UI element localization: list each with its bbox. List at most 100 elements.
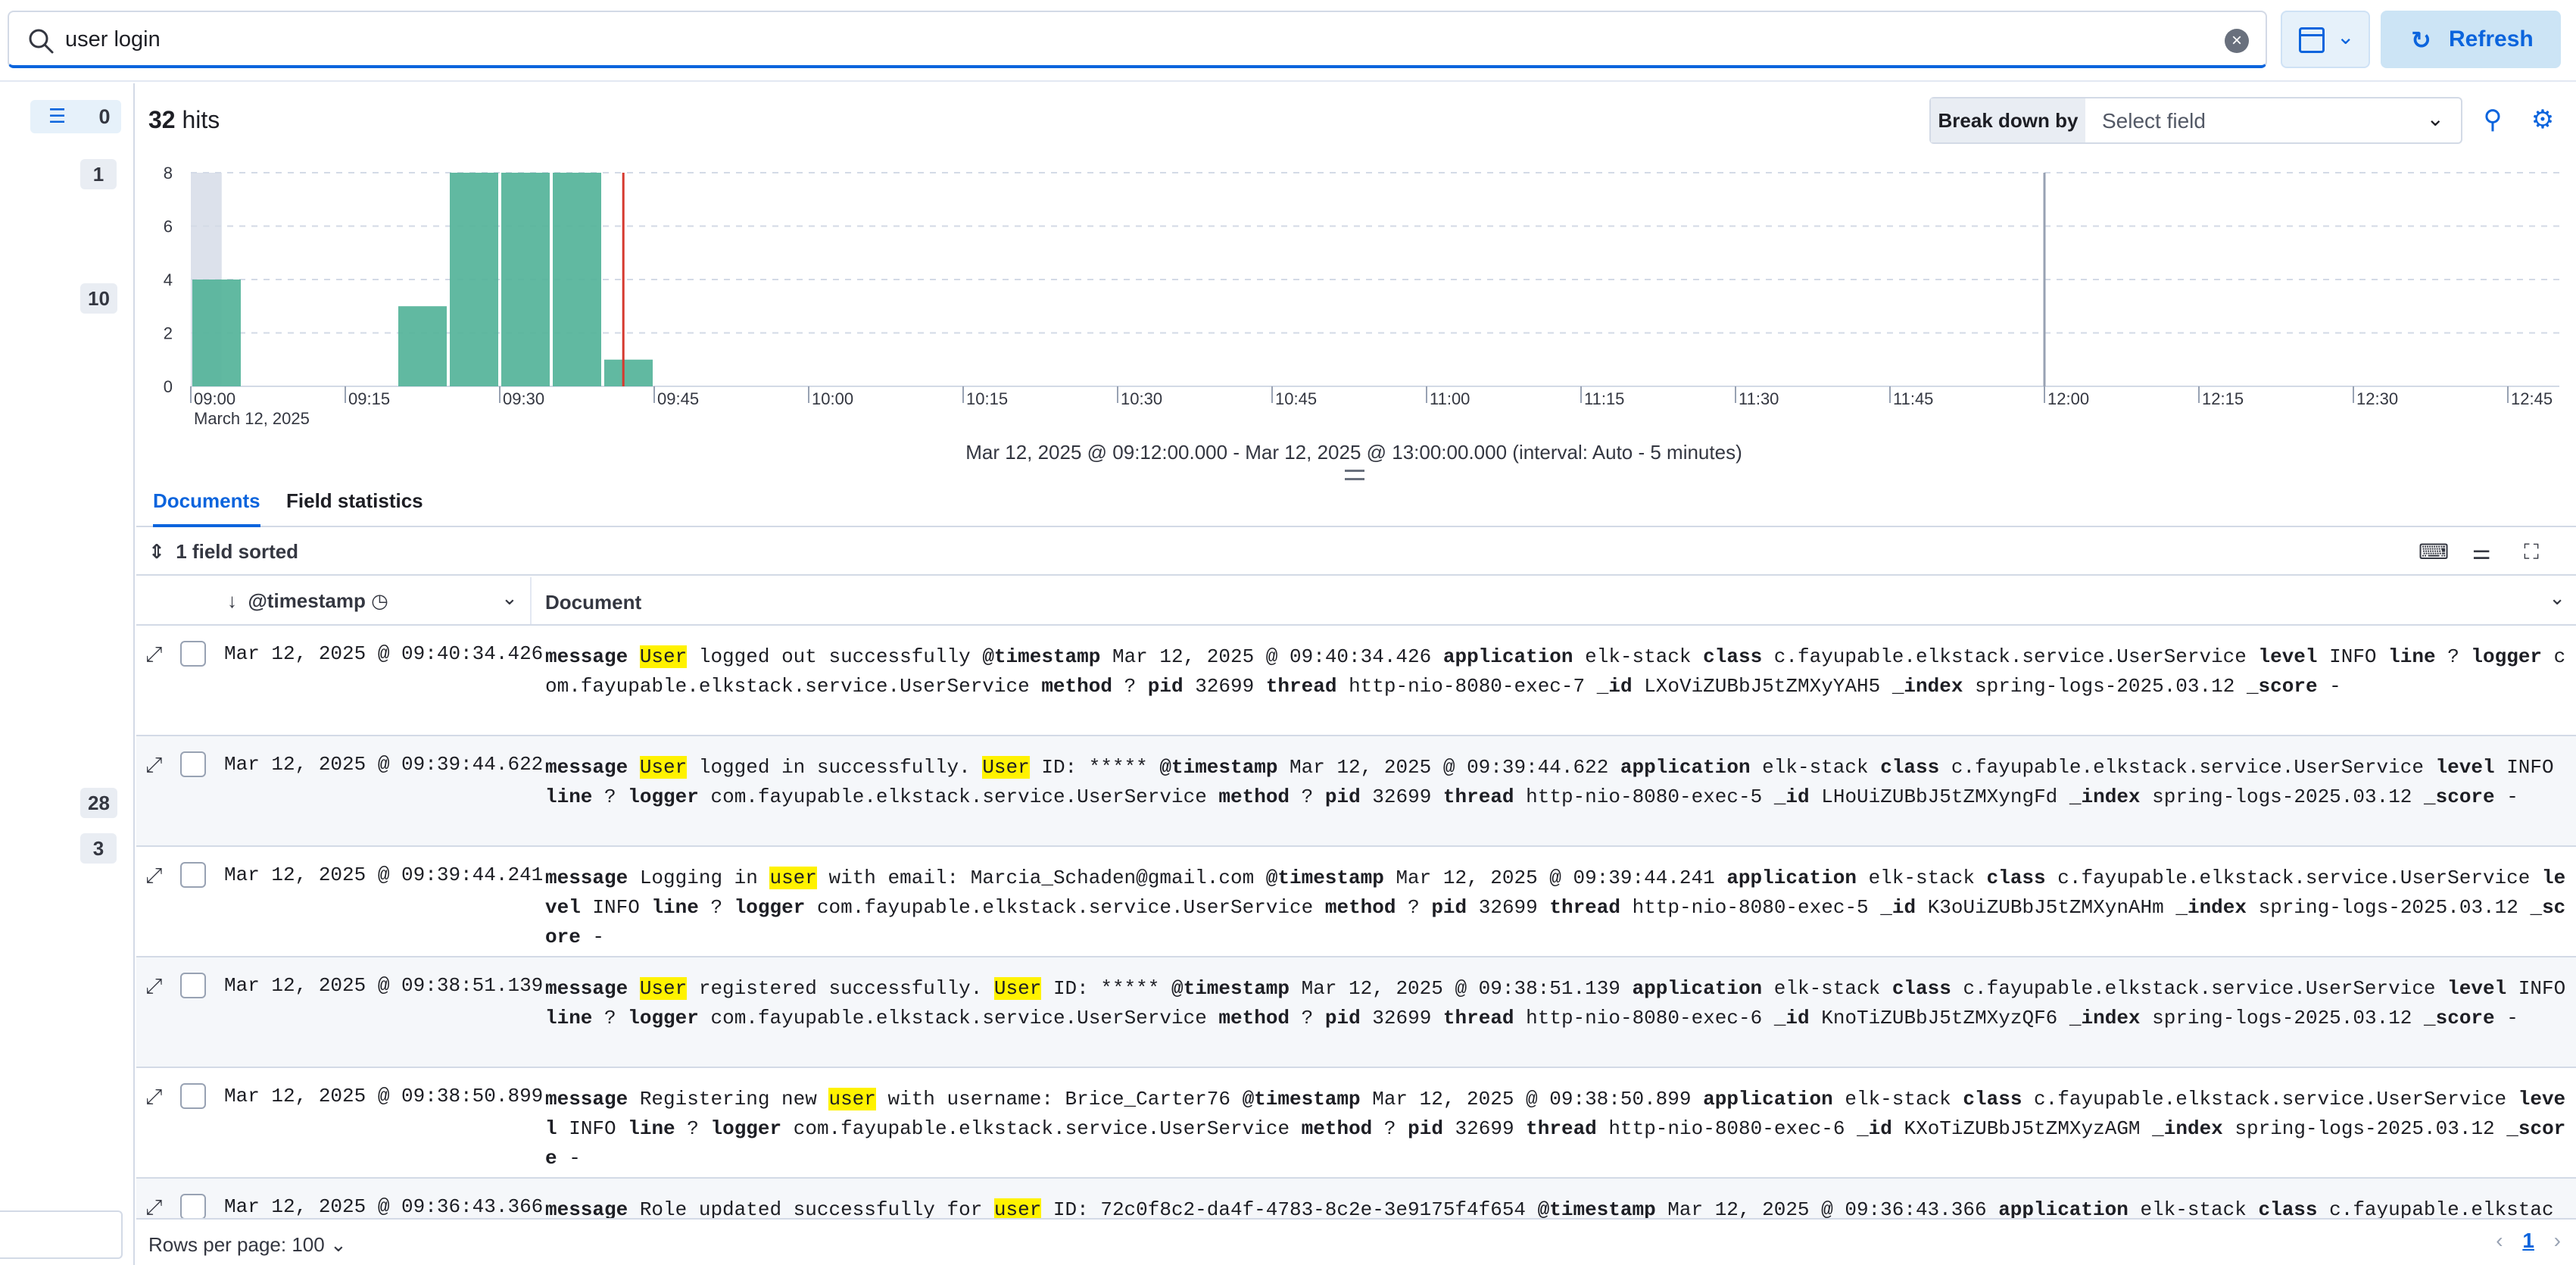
search-highlight: User <box>982 756 1030 779</box>
expand-row-icon[interactable]: ⤢ <box>145 642 162 667</box>
row-checkbox[interactable] <box>180 1083 206 1109</box>
field-value: http-nio-8080-exec-5 <box>1632 896 1869 919</box>
expand-row-icon[interactable]: ⤢ <box>145 753 162 778</box>
search-input[interactable]: user login × <box>8 11 2267 68</box>
field-key: class <box>1986 867 2046 889</box>
sort-button[interactable]: ⇕ 1 field sorted <box>148 540 298 564</box>
x-tick-label: 09:45 <box>657 389 699 408</box>
expand-row-icon[interactable]: ⤢ <box>145 974 162 999</box>
sort-desc-icon: ↓ <box>227 589 237 612</box>
field-key: thread <box>1549 896 1620 919</box>
table-row[interactable]: ⤢ Mar 12, 2025 @ 09:38:51.139 message User… <box>136 957 2576 1068</box>
field-value: Mar 12, 2025 @ 09:39:44.622 <box>1290 756 1609 779</box>
chevron-down-icon[interactable]: ⌄ <box>501 586 518 610</box>
resize-handle[interactable] <box>1345 470 1364 480</box>
sidebar-input[interactable] <box>0 1210 123 1259</box>
display-settings-icon[interactable]: ⚌ <box>2467 538 2496 567</box>
field-key: _id <box>1773 1007 1810 1029</box>
field-value: ? <box>604 1007 616 1029</box>
field-value: 32699 <box>1455 1117 1514 1140</box>
field-key: pid <box>1324 1007 1361 1029</box>
row-checkbox[interactable] <box>180 973 206 998</box>
field-value: LHoUiZUBbJ5tZMXyngFd <box>1821 786 2058 808</box>
expand-row-icon[interactable]: ⤢ <box>145 1085 162 1110</box>
keyboard-icon[interactable]: ⌨ <box>2419 538 2449 567</box>
hits-count: 32 hits <box>148 106 220 134</box>
table-row[interactable]: ⤢ Mar 12, 2025 @ 09:38:50.899 message Regi… <box>136 1068 2576 1179</box>
field-key: _index <box>2152 1117 2223 1140</box>
clear-search-icon[interactable]: × <box>2225 29 2249 53</box>
field-value: elk-stack <box>2140 1198 2247 1218</box>
row-checkbox[interactable] <box>180 641 206 667</box>
field-key: message <box>545 867 628 889</box>
field-count-badge: 10 <box>80 283 117 314</box>
assistant-icon[interactable]: ⚲ <box>2476 103 2509 136</box>
y-tick-label: 4 <box>164 270 173 289</box>
breakdown-placeholder: Select field <box>2102 109 2206 133</box>
fullscreen-icon[interactable]: ⛶ <box>2517 538 2546 567</box>
x-tick-label: 09:00 <box>194 389 235 408</box>
table-row[interactable]: ⤢ Mar 12, 2025 @ 09:39:44.622 message User… <box>136 736 2576 847</box>
field-value: ? <box>1408 896 1420 919</box>
field-key: logger <box>2471 645 2543 668</box>
y-tick-label: 8 <box>164 164 173 183</box>
row-document: message User registered successfully. Us… <box>545 974 2567 1033</box>
table-row[interactable]: ⤢ Mar 12, 2025 @ 09:36:43.366 message Role… <box>136 1179 2576 1218</box>
x-tick-label: 10:30 <box>1121 389 1162 408</box>
row-checkbox[interactable] <box>180 862 206 888</box>
grid-header: ↓ @timestamp ◷ ⌄ Document ⌄ <box>136 577 2576 626</box>
prev-page-icon[interactable]: ‹ <box>2496 1229 2503 1252</box>
expand-row-icon[interactable]: ⤢ <box>145 864 162 889</box>
field-key: application <box>1726 867 1857 889</box>
y-tick-label: 6 <box>164 217 173 236</box>
field-value: INFO <box>2506 756 2554 779</box>
field-value: Mar 12, 2025 @ 09:40:34.426 <box>1112 645 1432 668</box>
field-value: http-nio-8080-exec-5 <box>1526 786 1763 808</box>
field-value: c.fayupable.elkstack.service.UserService <box>1951 756 2424 779</box>
field-key: class <box>1703 645 1763 668</box>
x-tick-label: 11:00 <box>1430 389 1470 408</box>
field-filter-button[interactable]: ☰ 0 <box>30 100 121 133</box>
field-key: _index <box>1891 675 1963 698</box>
field-key: class <box>1891 977 1951 1000</box>
field-key: message <box>545 756 628 779</box>
field-key: _score <box>2246 675 2318 698</box>
document-column-header[interactable]: Document <box>545 591 641 614</box>
table-row[interactable]: ⤢ Mar 12, 2025 @ 09:39:44.241 message Logg… <box>136 847 2576 957</box>
field-value: - <box>592 926 605 948</box>
expand-row-icon[interactable]: ⤢ <box>145 1195 162 1218</box>
refresh-button[interactable]: ↻ Refresh <box>2381 11 2561 68</box>
field-key: line <box>545 786 593 808</box>
field-key: method <box>1218 786 1290 808</box>
field-key: @timestamp <box>1537 1198 1656 1218</box>
row-checkbox[interactable] <box>180 1194 206 1218</box>
breakdown-select[interactable]: Break down by Select field ⌄ <box>1929 97 2462 144</box>
row-document: message User logged in successfully. Use… <box>545 753 2567 812</box>
field-value: logged out successfully <box>687 645 971 668</box>
row-timestamp: Mar 12, 2025 @ 09:36:43.366 <box>224 1195 544 1218</box>
grid-toolbar: ⇕ 1 field sorted ⌨ ⚌ ⛶ <box>136 529 2576 576</box>
field-key: message <box>545 1198 628 1218</box>
x-tick-label: 12:45 <box>2511 389 2553 408</box>
timestamp-column-header[interactable]: ↓ @timestamp ◷ <box>227 589 388 613</box>
next-page-icon[interactable]: › <box>2554 1229 2561 1252</box>
field-key: _index <box>2069 1007 2141 1029</box>
page-number[interactable]: 1 <box>2522 1229 2534 1252</box>
x-tick-label: 10:15 <box>966 389 1008 408</box>
date-picker-button[interactable]: ⌄ <box>2281 11 2370 68</box>
row-checkbox[interactable] <box>180 751 206 777</box>
tab-field-statistics[interactable]: Field statistics <box>286 489 423 527</box>
rows-per-page-select[interactable]: Rows per page: 100 ⌄ <box>148 1233 347 1257</box>
gear-icon[interactable]: ⚙ <box>2526 103 2559 136</box>
rows-per-page-label: Rows per page: 100 <box>148 1233 325 1256</box>
field-value: INFO <box>2518 977 2566 1000</box>
row-timestamp: Mar 12, 2025 @ 09:40:34.426 <box>224 642 544 665</box>
field-key: pid <box>1431 896 1467 919</box>
chevron-down-icon[interactable]: ⌄ <box>2549 586 2565 610</box>
table-row[interactable]: ⤢ Mar 12, 2025 @ 09:40:34.426 message User… <box>136 626 2576 736</box>
field-value: registered successfully. <box>687 977 994 1000</box>
field-value: Registering new <box>639 1088 829 1110</box>
field-value: c.fayupable.elkstack.service.UserService <box>2034 1088 2507 1110</box>
tab-documents[interactable]: Documents <box>153 489 260 527</box>
field-key: logger <box>734 896 806 919</box>
